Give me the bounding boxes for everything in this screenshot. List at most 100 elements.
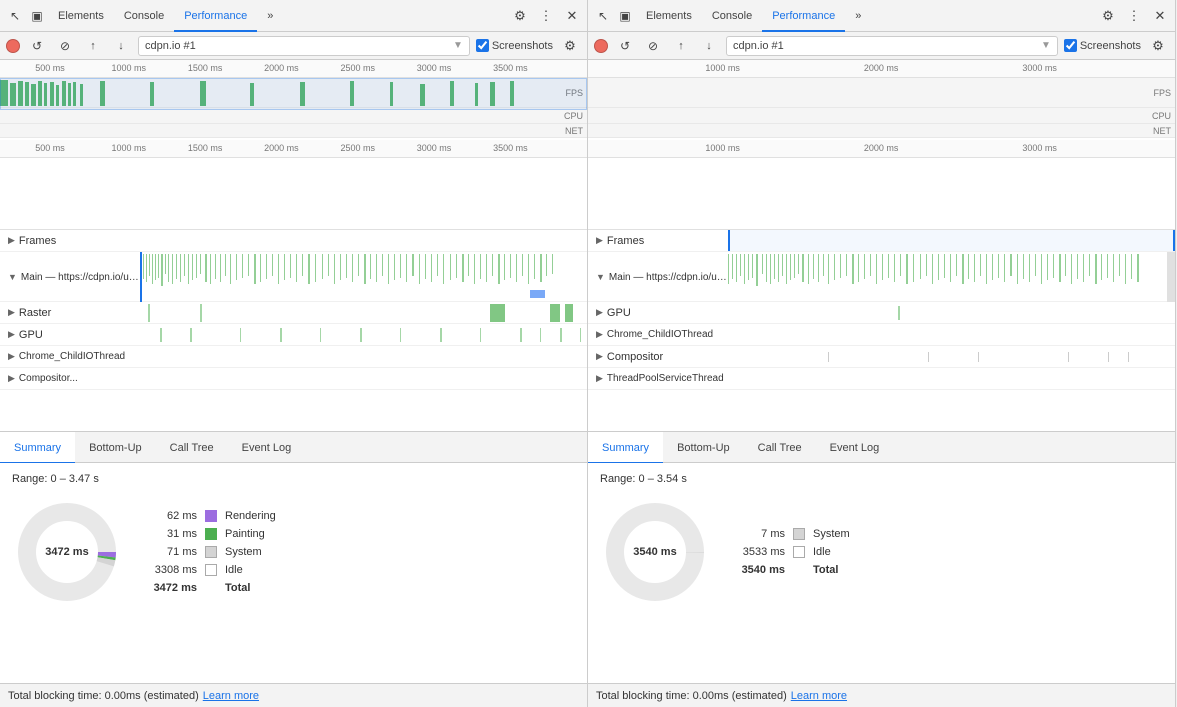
settings-icon-right[interactable]: ⚙ xyxy=(1097,5,1119,27)
left-gpu-row[interactable]: ▶ GPU xyxy=(0,324,587,346)
frames-arrow-right: ▶ xyxy=(596,235,603,246)
right-compositor-chart xyxy=(728,346,1175,367)
left-summary-legend: 62 ms Rendering 31 ms Painting 71 ms Sys… xyxy=(142,510,276,594)
record-button-right[interactable] xyxy=(594,39,608,53)
left-status-bar: Total blocking time: 0.00ms (estimated) … xyxy=(0,683,587,707)
child-text-right: Chrome_ChildIOThread xyxy=(607,329,713,340)
left-main-row[interactable]: ▼ Main — https://cdpn.io/una/debug/c9edd… xyxy=(0,252,587,302)
reload-icon-right[interactable]: ↺ xyxy=(614,35,636,57)
right-tab-eventlog[interactable]: Event Log xyxy=(816,432,894,464)
right-learn-more[interactable]: Learn more xyxy=(791,690,847,702)
left-frames-track xyxy=(140,230,587,251)
record-button-left[interactable] xyxy=(6,39,20,53)
left-child-row[interactable]: ▶ Chrome_ChildIOThread xyxy=(0,346,587,368)
reload-icon-left[interactable]: ↺ xyxy=(26,35,48,57)
left-compositor-label: ▶ Compositor... xyxy=(0,373,140,384)
left-detail-timelines[interactable]: ▶ Frames ▼ Main — https://cdpn.io/una/de… xyxy=(0,230,587,431)
left-fps-label: FPS xyxy=(565,88,583,98)
device-icon-right[interactable]: ▣ xyxy=(614,5,636,27)
left-painting-label: Painting xyxy=(225,528,265,540)
right-cpu-bar: CPU xyxy=(588,108,1175,124)
right-main-track xyxy=(728,252,1175,302)
left-ruler2: 500 ms 1000 ms 1500 ms 2000 ms 2500 ms 3… xyxy=(0,140,587,158)
tab-more-left[interactable]: » xyxy=(257,0,283,32)
left-learn-more[interactable]: Learn more xyxy=(203,690,259,702)
right-main-row[interactable]: ▼ Main — https://cdpn.io/una/debug/c9edd… xyxy=(588,252,1175,302)
gpu-text-right: GPU xyxy=(607,307,631,319)
screenshots-checkbox-right[interactable] xyxy=(1064,39,1077,52)
gpu-arrow-left: ▶ xyxy=(8,329,15,340)
left-tab-eventlog[interactable]: Event Log xyxy=(228,432,306,464)
right-tab-bottomup[interactable]: Bottom-Up xyxy=(663,432,744,464)
clear-icon-right[interactable]: ⊘ xyxy=(642,35,664,57)
right-ruler2: 1000 ms 2000 ms 3000 ms xyxy=(588,140,1175,158)
close-icon-left[interactable]: ✕ xyxy=(561,5,583,27)
tab-performance-right[interactable]: Performance xyxy=(762,0,845,32)
device-icon[interactable]: ▣ xyxy=(26,5,48,27)
left-raster-label: ▶ Raster xyxy=(0,307,140,319)
right-frames-label: ▶ Frames xyxy=(588,235,728,247)
upload-icon-left[interactable]: ↑ xyxy=(82,35,104,57)
right-tabs: ↖ ▣ Elements Console Performance » xyxy=(592,0,1097,31)
tab-elements-right[interactable]: Elements xyxy=(636,0,702,32)
cursor-icon[interactable]: ↖ xyxy=(4,5,26,27)
compositor-arrow-left: ▶ xyxy=(8,373,15,384)
settings-icon-left[interactable]: ⚙ xyxy=(509,5,531,27)
right-main-chart xyxy=(728,252,1175,302)
left-donut-label: 3472 ms xyxy=(45,546,88,558)
more-icon-left[interactable]: ⋮ xyxy=(535,5,557,27)
left-compositor-row[interactable]: ▶ Compositor... xyxy=(0,368,587,390)
screenshots-label-right[interactable]: Screenshots xyxy=(1064,39,1141,52)
right-frames-row[interactable]: ▶ Frames xyxy=(588,230,1175,252)
right-child-track xyxy=(728,324,1175,345)
tab-elements-left[interactable]: Elements xyxy=(48,0,114,32)
tab-performance-left[interactable]: Performance xyxy=(174,0,257,32)
left-frames-row[interactable]: ▶ Frames xyxy=(0,230,587,252)
tab-console-left[interactable]: Console xyxy=(114,0,174,32)
tab-more-right[interactable]: » xyxy=(845,0,871,32)
left-cpu-label: CPU xyxy=(564,111,583,121)
left-tab-calltree[interactable]: Call Tree xyxy=(156,432,228,464)
right-gpu-row[interactable]: ▶ GPU xyxy=(588,302,1175,324)
url-bar-right: cdpn.io #1 ▼ xyxy=(726,36,1058,56)
upload-icon-right[interactable]: ↑ xyxy=(670,35,692,57)
settings2-icon-left[interactable]: ⚙ xyxy=(559,35,581,57)
right-frames-selection xyxy=(728,230,1175,251)
frames-text-left: Frames xyxy=(19,235,56,247)
screenshots-checkbox-left[interactable] xyxy=(476,39,489,52)
right-tab-summary[interactable]: Summary xyxy=(588,432,663,464)
left-net-label: NET xyxy=(565,126,583,136)
left-frames-label: ▶ Frames xyxy=(0,235,140,247)
right-child-row[interactable]: ▶ Chrome_ChildIOThread xyxy=(588,324,1175,346)
right-compositor-row[interactable]: ▶ Compositor xyxy=(588,346,1175,368)
tab-console-right[interactable]: Console xyxy=(702,0,762,32)
right-legend-idle: 3533 ms Idle xyxy=(730,546,850,558)
screenshots-label-left[interactable]: Screenshots xyxy=(476,39,553,52)
download-icon-right[interactable]: ↓ xyxy=(698,35,720,57)
right-detail-timelines[interactable]: ▶ Frames ▼ Main — https://cdpn.io/una/de… xyxy=(588,230,1175,431)
right-total-label: Total xyxy=(813,564,838,576)
left-gpu-track xyxy=(140,324,587,345)
download-icon-left[interactable]: ↓ xyxy=(110,35,132,57)
left-rendering-value: 62 ms xyxy=(142,510,197,522)
left-range-text: Range: 0 – 3.47 s xyxy=(12,473,575,485)
left-tab-bottomup[interactable]: Bottom-Up xyxy=(75,432,156,464)
right-threadpool-row[interactable]: ▶ ThreadPoolServiceThread xyxy=(588,368,1175,390)
left-toolbar2: ↺ ⊘ ↑ ↓ cdpn.io #1 ▼ Screenshots ⚙ xyxy=(0,32,587,60)
left-raster-row[interactable]: ▶ Raster xyxy=(0,302,587,324)
right-cpu-label: CPU xyxy=(1152,111,1171,121)
close-icon-right[interactable]: ✕ xyxy=(1149,5,1171,27)
child-arrow-left: ▶ xyxy=(8,351,15,362)
left-ruler-marks2: 500 ms 1000 ms 1500 ms 2000 ms 2500 ms 3… xyxy=(0,140,587,157)
left-tab-summary[interactable]: Summary xyxy=(0,432,75,464)
main-arrow-left: ▼ xyxy=(8,272,17,282)
right-tab-calltree[interactable]: Call Tree xyxy=(744,432,816,464)
settings2-icon-right[interactable]: ⚙ xyxy=(1147,35,1169,57)
left-system-value: 71 ms xyxy=(142,546,197,558)
more-icon-right[interactable]: ⋮ xyxy=(1123,5,1145,27)
left-bottom-tabs: Summary Bottom-Up Call Tree Event Log xyxy=(0,431,587,463)
right-legend-total: 3540 ms Total xyxy=(730,564,850,576)
cursor-icon-right[interactable]: ↖ xyxy=(592,5,614,27)
clear-icon-left[interactable]: ⊘ xyxy=(54,35,76,57)
right-blocking-text: Total blocking time: 0.00ms (estimated) xyxy=(596,690,787,702)
